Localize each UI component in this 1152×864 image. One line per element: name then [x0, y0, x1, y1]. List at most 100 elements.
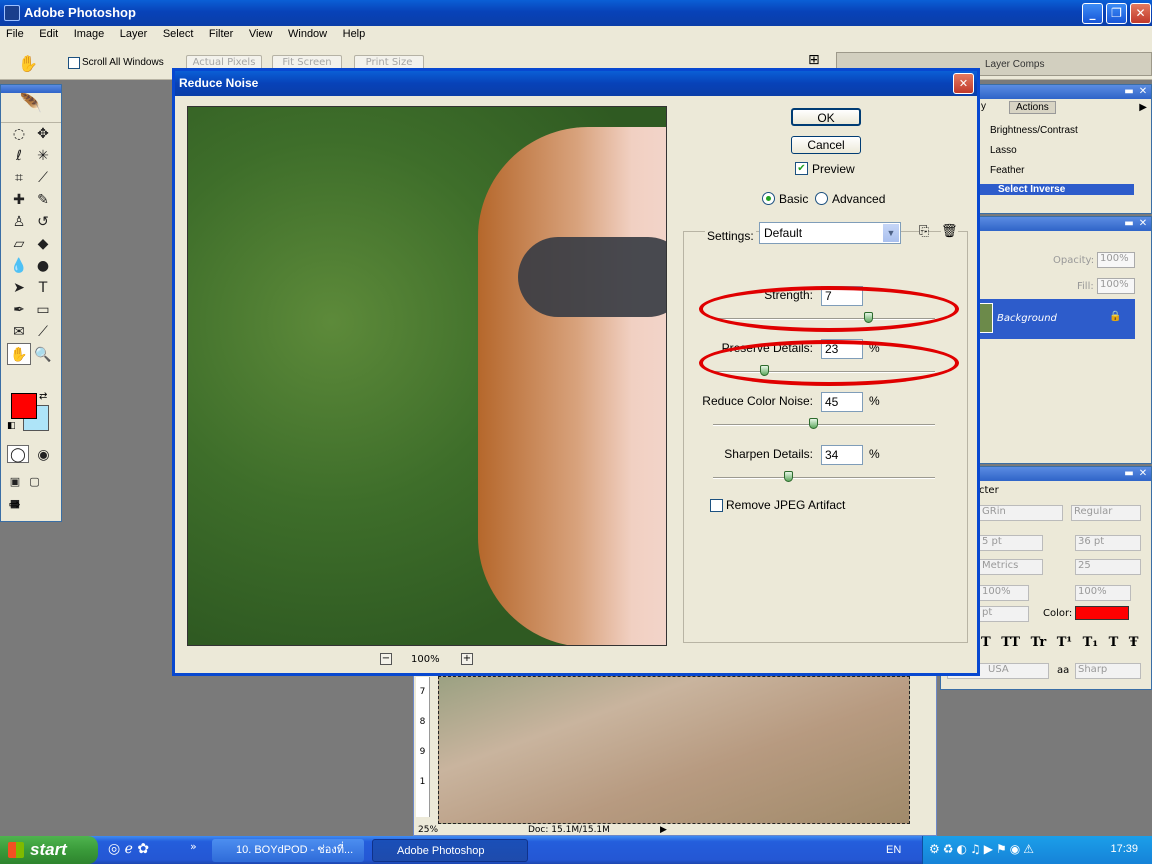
type-tool-icon[interactable]: T: [31, 277, 55, 299]
screen-mode-standard-icon[interactable]: ▣: [7, 471, 23, 493]
slider-thumb[interactable]: [784, 471, 793, 482]
small-caps-button[interactable]: Tr: [1031, 635, 1047, 650]
antialias-field[interactable]: Sharp: [1075, 663, 1141, 679]
strikethrough-button[interactable]: Ŧ: [1129, 635, 1139, 650]
zoom-in-button[interactable]: +: [461, 653, 473, 665]
lasso-tool-icon[interactable]: ℓ: [7, 145, 31, 167]
tray-icons[interactable]: ⚙♻◐♫▶⚑◉⚠: [929, 842, 1037, 856]
font-style-field[interactable]: Regular: [1071, 505, 1141, 521]
cancel-button[interactable]: Cancel: [791, 136, 861, 154]
blur-tool-icon[interactable]: 💧: [7, 255, 31, 277]
panel-close-icon[interactable]: ✕: [1137, 86, 1149, 98]
brush-tool-icon[interactable]: ✎: [31, 189, 55, 211]
faux-italic-button[interactable]: T: [981, 635, 991, 650]
media-icon[interactable]: ◎: [108, 841, 120, 857]
panel-close-icon[interactable]: ✕: [1137, 468, 1149, 480]
panel-minimize-icon[interactable]: ▬: [1123, 218, 1135, 230]
settings-select[interactable]: Default ▼: [759, 222, 901, 244]
menu-edit[interactable]: Edit: [33, 26, 64, 40]
document-canvas[interactable]: [438, 676, 910, 824]
zoom-tool-icon[interactable]: 🔍: [31, 344, 55, 366]
close-button[interactable]: ✕: [1130, 3, 1151, 24]
underline-button[interactable]: T: [1109, 635, 1119, 650]
ie-icon[interactable]: ℯ: [125, 841, 133, 857]
panel-close-icon[interactable]: ✕: [1137, 218, 1149, 230]
imageready-jump-icon[interactable]: ⇨: [9, 497, 21, 513]
magic-wand-icon[interactable]: ✳: [31, 145, 55, 167]
subscript-button[interactable]: T₁: [1083, 635, 1098, 650]
preview-checkbox[interactable]: ✔: [795, 162, 808, 175]
all-caps-button[interactable]: TT: [1001, 635, 1020, 650]
baseline-field[interactable]: pt: [979, 606, 1029, 622]
advanced-radio[interactable]: [815, 192, 828, 205]
preview-image[interactable]: [187, 106, 667, 646]
panel-menu-icon[interactable]: ▶: [1139, 102, 1147, 113]
paint-bucket-icon[interactable]: ◆: [31, 233, 55, 255]
menu-view[interactable]: View: [243, 26, 279, 40]
tracking-field[interactable]: 25: [1075, 559, 1141, 575]
menu-file[interactable]: File: [0, 26, 30, 40]
scroll-all-windows-checkbox[interactable]: [68, 57, 80, 69]
vertical-scale-field[interactable]: 100%: [979, 585, 1029, 601]
history-brush-icon[interactable]: ↺: [31, 211, 55, 233]
layer-row-background[interactable]: Background 🔒: [977, 299, 1135, 339]
menu-help[interactable]: Help: [337, 26, 372, 40]
swap-colors-icon[interactable]: ⇄: [39, 391, 47, 402]
history-item-lasso[interactable]: Lasso: [990, 145, 1136, 156]
history-tab-partial[interactable]: y: [981, 101, 986, 112]
leading-field[interactable]: 36 pt: [1075, 535, 1141, 551]
more-quicklaunch-icon[interactable]: »: [190, 840, 197, 853]
crop-tool-icon[interactable]: ⌗: [7, 167, 31, 189]
path-select-icon[interactable]: ➤: [7, 277, 31, 299]
layer-comps-tab[interactable]: Layer Comps: [985, 59, 1044, 70]
menu-window[interactable]: Window: [282, 26, 333, 40]
character-tab[interactable]: cter: [979, 485, 999, 496]
slider-value-field[interactable]: 45: [821, 392, 863, 412]
menu-select[interactable]: Select: [157, 26, 200, 40]
default-colors-icon[interactable]: ◧: [7, 421, 16, 431]
slider-track[interactable]: [713, 424, 935, 426]
horizontal-scale-field[interactable]: 100%: [1075, 585, 1131, 601]
language-indicator[interactable]: EN: [886, 844, 901, 856]
slice-tool-icon[interactable]: ⟋: [31, 167, 55, 189]
hand-tool-selected-icon[interactable]: ✋: [7, 343, 31, 365]
eraser-tool-icon[interactable]: ▱: [7, 233, 31, 255]
ok-button[interactable]: OK: [791, 108, 861, 126]
taskbar-item-boydpod[interactable]: 10. BOYdPOD - ช่องที่...: [212, 839, 364, 862]
slider-track[interactable]: [713, 477, 935, 479]
icq-icon[interactable]: ✿: [137, 841, 149, 857]
actions-tab[interactable]: Actions: [1009, 101, 1056, 114]
history-item-feather[interactable]: Feather: [990, 165, 1136, 176]
move-tool-icon[interactable]: ✥: [31, 123, 55, 145]
eyedropper-icon[interactable]: ⟋: [31, 321, 55, 343]
menu-image[interactable]: Image: [68, 26, 111, 40]
foreground-color-swatch[interactable]: [11, 393, 37, 419]
remove-jpeg-checkbox[interactable]: [710, 499, 723, 512]
menu-layer[interactable]: Layer: [114, 26, 154, 40]
pen-tool-icon[interactable]: ✒: [7, 299, 31, 321]
palette-icon[interactable]: ⊞: [808, 52, 820, 68]
history-item-brightness[interactable]: Brightness/Contrast: [990, 125, 1136, 136]
shape-tool-icon[interactable]: ▭: [31, 299, 55, 321]
healing-brush-icon[interactable]: ✚: [7, 189, 31, 211]
panel-minimize-icon[interactable]: ▬: [1123, 468, 1135, 480]
standard-mode-icon[interactable]: ◯: [7, 445, 29, 463]
adobe-feather-icon[interactable]: 🪶: [1, 93, 61, 123]
font-size-field[interactable]: 5 pt: [979, 535, 1043, 551]
history-item-select-inverse[interactable]: Select Inverse: [976, 184, 1134, 195]
taskbar-item-photoshop[interactable]: Adobe Photoshop: [372, 839, 528, 862]
menu-filter[interactable]: Filter: [203, 26, 239, 40]
opacity-field[interactable]: 100%: [1097, 252, 1135, 268]
font-family-field[interactable]: GRin: [979, 505, 1063, 521]
save-settings-icon[interactable]: ⎘: [919, 224, 930, 239]
hand-tool-icon[interactable]: ✋: [18, 54, 38, 73]
screen-mode-full-menu-icon[interactable]: ▢: [27, 471, 43, 493]
dialog-close-button[interactable]: ✕: [953, 73, 974, 94]
text-color-swatch[interactable]: [1075, 606, 1129, 620]
panel-minimize-icon[interactable]: ▬: [1123, 86, 1135, 98]
superscript-button[interactable]: T¹: [1057, 635, 1072, 650]
delete-settings-icon[interactable]: 🗑: [941, 224, 958, 239]
clone-stamp-icon[interactable]: ♙: [7, 211, 31, 233]
notes-tool-icon[interactable]: ✉: [7, 321, 31, 343]
quickmask-mode-icon[interactable]: ◉: [33, 446, 55, 464]
